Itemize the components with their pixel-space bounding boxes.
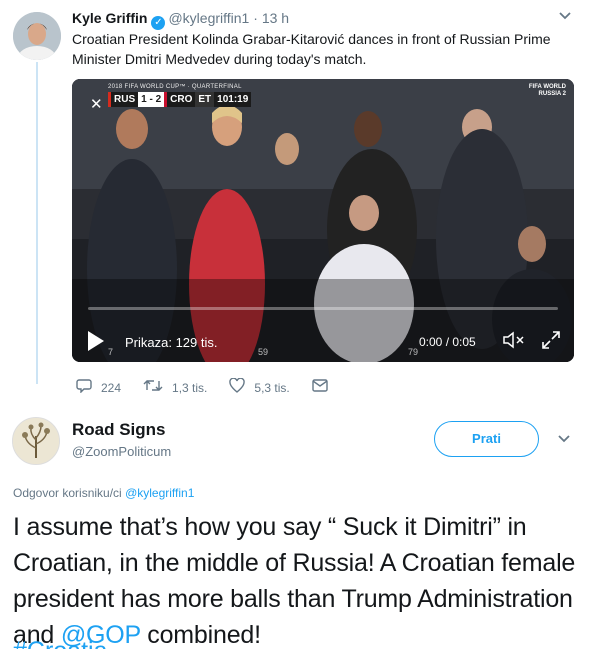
tweet2-author-name[interactable]: Road Signs [72, 420, 166, 440]
envelope-icon [312, 379, 328, 396]
watermark-line2: RUSSIA 2 [538, 91, 566, 97]
video-view-count: Prikaza: 129 tis. [125, 335, 218, 350]
avatar-road-signs[interactable] [12, 417, 60, 465]
tweet2-text-part2: combined! [140, 621, 261, 649]
thread-connector-line [36, 62, 38, 384]
follow-button[interactable]: Prati [434, 421, 539, 457]
score-team1: RUS [108, 92, 139, 107]
video-frame-scene [72, 79, 574, 362]
retweet-icon [143, 378, 163, 397]
reply-context: Odgovor korisniku/ci @kylegriffin1 [13, 486, 194, 500]
croatia-hashtag-link[interactable]: #Croatia [13, 633, 108, 649]
score-clock: 101:19 [214, 92, 252, 107]
verified-badge-icon: ✓ [151, 16, 166, 30]
video-scorebar: RUS 1 - 2 CRO ET 101:19 [108, 92, 252, 107]
reply-prefix: Odgovor korisniku/ci [13, 486, 122, 500]
score-value: 1 - 2 [138, 92, 165, 107]
tweet2-menu-chevron-down-icon[interactable] [557, 431, 571, 448]
video-overlay-count-left: 7 [108, 347, 114, 357]
reply-to-handle-link[interactable]: @kylegriffin1 [125, 486, 194, 500]
video-overlay-count-right: 79 [408, 347, 419, 357]
tweet1-author-handle[interactable]: @kylegriffin1 [168, 10, 249, 26]
reply-icon [76, 378, 92, 397]
tweet2-text: I assume that’s how you say “ Suck it Di… [13, 509, 593, 649]
retweet-button[interactable]: 1,3 tis. [143, 378, 207, 397]
tweet1-dot-separator: · [253, 10, 258, 26]
avatar-kyle-griffin[interactable] [13, 12, 61, 60]
tweet2-author-handle[interactable]: @ZoomPoliticum [72, 444, 171, 459]
fullscreen-expand-icon[interactable] [540, 329, 562, 356]
video-close-icon[interactable]: ✕ [90, 95, 103, 113]
tweet1-author-name[interactable]: Kyle Griffin [72, 10, 147, 26]
video-overlay-count-mid: 59 [258, 347, 269, 357]
score-period: ET [195, 92, 215, 107]
video-watermark: FIFA WORLD RUSSIA 2 [529, 84, 566, 98]
reply-button[interactable]: 224 [76, 378, 121, 397]
video-progress-bar[interactable] [88, 307, 558, 310]
direct-message-button[interactable] [312, 379, 337, 396]
video-tournament-caption: 2018 FIFA WORLD CUP™ · QUARTERFINAL [108, 84, 242, 90]
watermark-line1: FIFA WORLD [528, 84, 566, 90]
video-time-display: 0:00 / 0:05 [419, 335, 476, 349]
like-button[interactable]: 5,3 tis. [229, 377, 290, 397]
volume-muted-icon[interactable] [502, 331, 526, 353]
tweet1-action-bar: 224 1,3 tis. 5,3 tis. [76, 377, 359, 397]
retweet-count: 1,3 tis. [172, 380, 208, 395]
heart-icon [229, 377, 246, 397]
tweet1-timestamp[interactable]: 13 h [262, 10, 289, 26]
score-team2: CRO [164, 92, 196, 107]
reply-count: 224 [101, 380, 122, 395]
tweet1-video-player[interactable]: 2018 FIFA WORLD CUP™ · QUARTERFINAL RUS … [72, 79, 574, 362]
like-count: 5,3 tis. [254, 380, 290, 395]
tweet1-header: Kyle Griffin ✓ @kylegriffin1 · 13 h [72, 8, 289, 30]
tweet1-text: Croatian President Kolinda Grabar-Kitaro… [72, 31, 551, 67]
tweet1-menu-chevron-down-icon[interactable] [558, 8, 574, 24]
play-icon[interactable] [88, 331, 104, 351]
